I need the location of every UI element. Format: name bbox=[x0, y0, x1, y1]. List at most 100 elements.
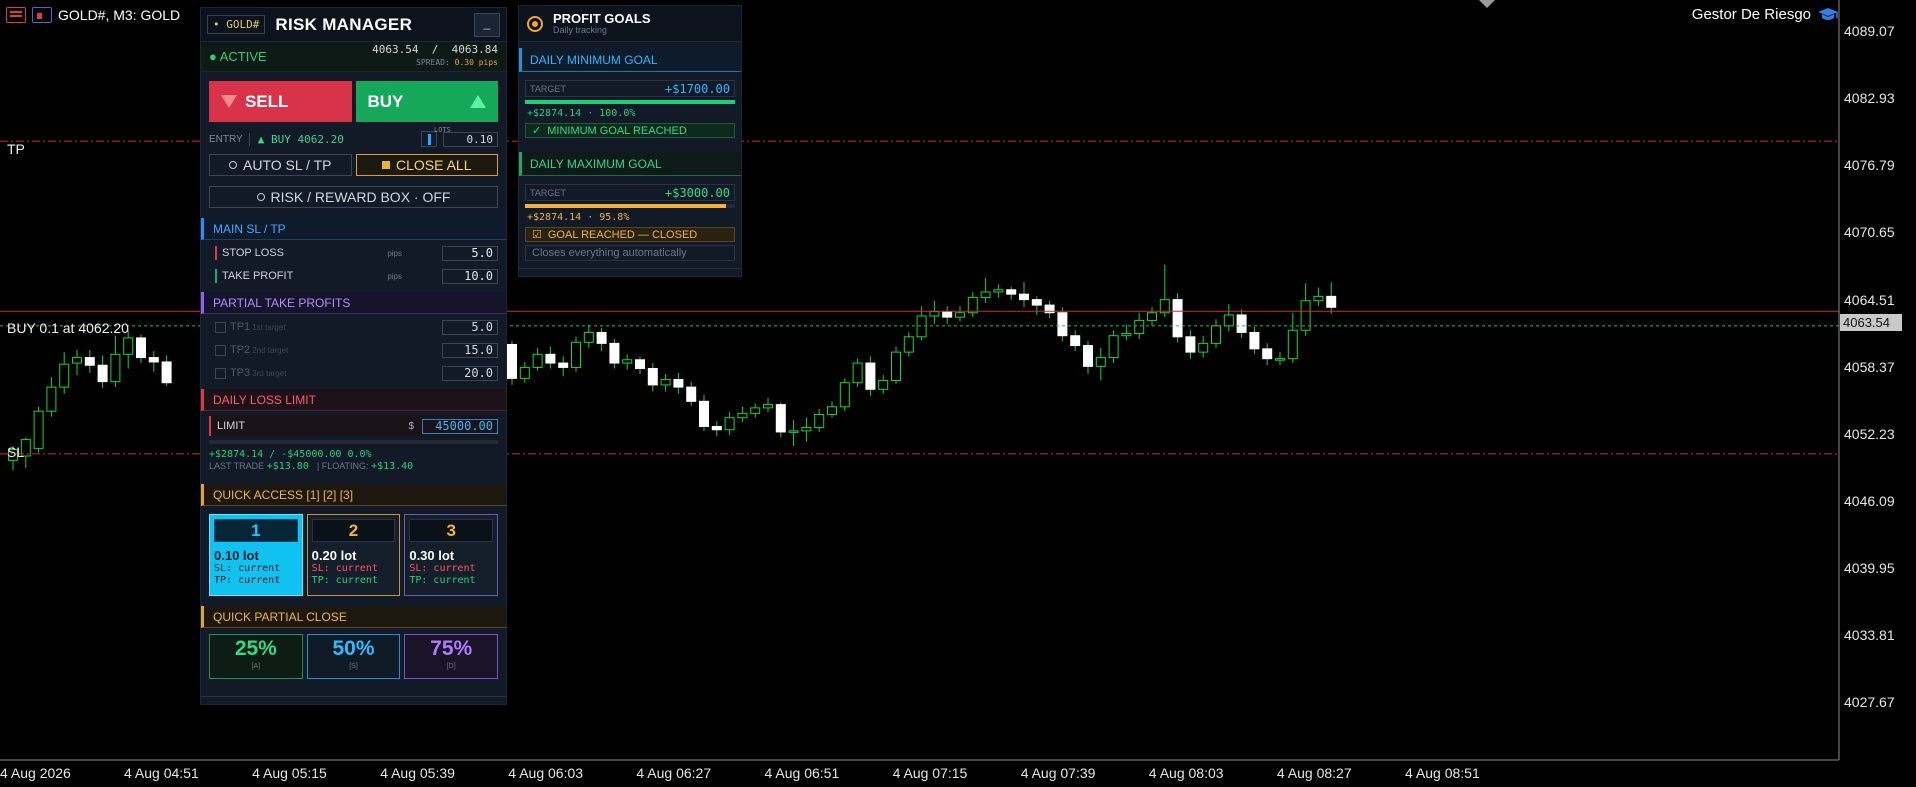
limit-input[interactable]: 45000.00 bbox=[422, 418, 498, 434]
min-goal-target[interactable]: TARGET +$1700.00 bbox=[525, 80, 735, 97]
close-all-button[interactable]: CLOSE ALL bbox=[355, 154, 498, 176]
limit-currency: $ bbox=[408, 420, 414, 432]
rr-row: RISK / REWARD BOX · OFF bbox=[201, 180, 506, 212]
time-tick-label: 4 Aug 05:39 bbox=[380, 765, 455, 781]
close-75-button[interactable]: 75% [D] bbox=[404, 634, 499, 679]
risk-manager-title: RISK MANAGER bbox=[275, 14, 413, 34]
candle-body bbox=[1236, 314, 1247, 333]
sltp-row: STOP LOSS pips 5.0 bbox=[209, 243, 498, 263]
candle-body bbox=[635, 359, 645, 370]
checkbox[interactable] bbox=[215, 321, 226, 333]
candle-body bbox=[1223, 314, 1234, 327]
candle-body bbox=[1185, 336, 1196, 353]
entry-value-text: BUY 4062.20 bbox=[270, 132, 344, 146]
main-sltp-header: MAIN SL / TP bbox=[201, 218, 506, 240]
candle-body bbox=[699, 400, 709, 427]
candle-body bbox=[686, 386, 697, 402]
lots-input[interactable]: LOTS 0.10 bbox=[434, 126, 498, 147]
min-goal-stat: +$2874.14 · 100.0% bbox=[527, 108, 636, 119]
main-sltp-rows: STOP LOSS pips 5.0 TAKE PROFIT pips 10.0 bbox=[201, 243, 506, 286]
close-pct: 25% bbox=[234, 637, 277, 660]
candle-body bbox=[507, 343, 517, 379]
tp-input[interactable]: 20.0 bbox=[442, 365, 498, 381]
candle-body bbox=[980, 291, 991, 298]
sltp-input[interactable]: 10.0 bbox=[442, 268, 498, 284]
card-lot: 0.20 lot bbox=[311, 548, 357, 563]
sltp-input[interactable]: 5.0 bbox=[442, 245, 498, 261]
buy-button[interactable]: BUY bbox=[355, 81, 498, 122]
sell-button[interactable]: SELL bbox=[209, 81, 352, 122]
quick-access-card-2[interactable]: 2 0.20 lot SL: current TP: current bbox=[306, 514, 401, 596]
risk-manager-panel: • GOLD# RISK MANAGER _ ● ACTIVE 4063.54 … bbox=[200, 7, 507, 705]
candle-body bbox=[763, 404, 773, 409]
candle-body bbox=[545, 353, 556, 364]
tp-input[interactable]: 5.0 bbox=[442, 319, 498, 335]
candle-body bbox=[827, 406, 837, 415]
profit-goals-header[interactable]: PROFIT GOALS Daily tracking bbox=[519, 6, 741, 42]
card-lot: 0.10 lot bbox=[214, 548, 259, 563]
max-goal-header: DAILY MAXIMUM GOAL bbox=[519, 152, 741, 176]
row-marker bbox=[215, 246, 217, 260]
candle-body bbox=[839, 382, 850, 408]
quick-access-card-3[interactable]: 3 0.30 lot SL: current TP: current bbox=[404, 514, 499, 596]
sltp-label: TAKE PROFIT bbox=[222, 270, 294, 282]
candle-body bbox=[558, 362, 569, 368]
partial-tp-rows: TP1 1st target 5.0 TP2 2nd target 15.0 T… bbox=[201, 317, 506, 383]
status-badge: ● ACTIVE bbox=[209, 49, 267, 64]
target-value: +$1700.00 bbox=[664, 81, 730, 96]
profit-goals-subtitle: Daily tracking bbox=[553, 25, 608, 35]
floating: | FLOATING: +$13.40 bbox=[316, 461, 414, 472]
chart-settings-icon[interactable] bbox=[32, 7, 52, 23]
symbol-tag-text: GOLD# bbox=[226, 18, 260, 31]
min-goal-badge: ✓ MINIMUM GOAL REACHED bbox=[525, 123, 735, 138]
auto-sltp-toggle[interactable]: AUTO SL / TP bbox=[209, 154, 352, 176]
close-25-button[interactable]: 25% [A] bbox=[209, 634, 303, 679]
time-tick-label: 4 Aug 08:03 bbox=[1148, 765, 1224, 781]
candle-body bbox=[1019, 293, 1029, 301]
candle-body bbox=[110, 353, 121, 383]
price-tick-label: 4082.93 bbox=[1844, 90, 1895, 107]
candle-body bbox=[865, 362, 876, 390]
candle-body bbox=[1108, 335, 1119, 359]
close-pct: 75% bbox=[430, 637, 473, 660]
candle-body bbox=[737, 412, 748, 419]
candle-body bbox=[148, 357, 159, 363]
max-goal-badge-text: GOAL REACHED — CLOSED bbox=[547, 228, 698, 241]
close-50-button[interactable]: 50% [S] bbox=[306, 634, 401, 679]
candle-body bbox=[903, 336, 914, 353]
symbol-bar: GOLD#, M3: GOLD bbox=[6, 7, 180, 23]
checkbox[interactable] bbox=[215, 367, 226, 379]
max-goal-target[interactable]: TARGET +$3000.00 bbox=[525, 184, 735, 201]
candle-body bbox=[955, 312, 965, 318]
time-tick-label: 4 Aug 08:51 bbox=[1405, 765, 1480, 781]
minimize-button[interactable]: _ bbox=[474, 12, 500, 37]
chart-list-icon[interactable] bbox=[6, 7, 26, 23]
risk-manager-header[interactable]: • GOLD# RISK MANAGER _ bbox=[201, 8, 506, 42]
candle-body bbox=[609, 342, 620, 364]
checkbox[interactable] bbox=[215, 344, 226, 356]
candle-body bbox=[647, 368, 658, 386]
options-row: AUTO SL / TP CLOSE ALL bbox=[201, 150, 506, 180]
sltp-label: STOP LOSS bbox=[222, 247, 284, 259]
quick-access-header: QUICK ACCESS [1] [2] [3] bbox=[201, 484, 506, 506]
quick-access-card-1[interactable]: 1 0.10 lot SL: current TP: current bbox=[209, 514, 303, 596]
candle-body bbox=[942, 311, 953, 318]
candle-body bbox=[46, 386, 57, 412]
candle-body bbox=[1095, 357, 1106, 367]
lots-value: 0.10 bbox=[466, 132, 494, 146]
candle-body bbox=[788, 430, 799, 433]
rr-box-toggle[interactable]: RISK / REWARD BOX · OFF bbox=[209, 186, 498, 208]
daily-pnl: +$2874.14 / -$45000.00 0.0% bbox=[209, 449, 372, 460]
panel-footer bbox=[519, 268, 741, 276]
limit-label: LIMIT bbox=[217, 420, 246, 432]
card-number: 2 bbox=[311, 519, 396, 542]
status-text: ACTIVE bbox=[219, 49, 267, 64]
candle-body bbox=[1287, 329, 1298, 360]
tp-input[interactable]: 15.0 bbox=[442, 342, 498, 358]
card-sl: SL: current bbox=[311, 563, 378, 574]
candle-body bbox=[596, 331, 607, 344]
ask-value: 4063.84 bbox=[451, 43, 498, 56]
candle-body bbox=[660, 378, 671, 386]
candle-body bbox=[852, 362, 863, 384]
candle-body bbox=[571, 341, 581, 368]
